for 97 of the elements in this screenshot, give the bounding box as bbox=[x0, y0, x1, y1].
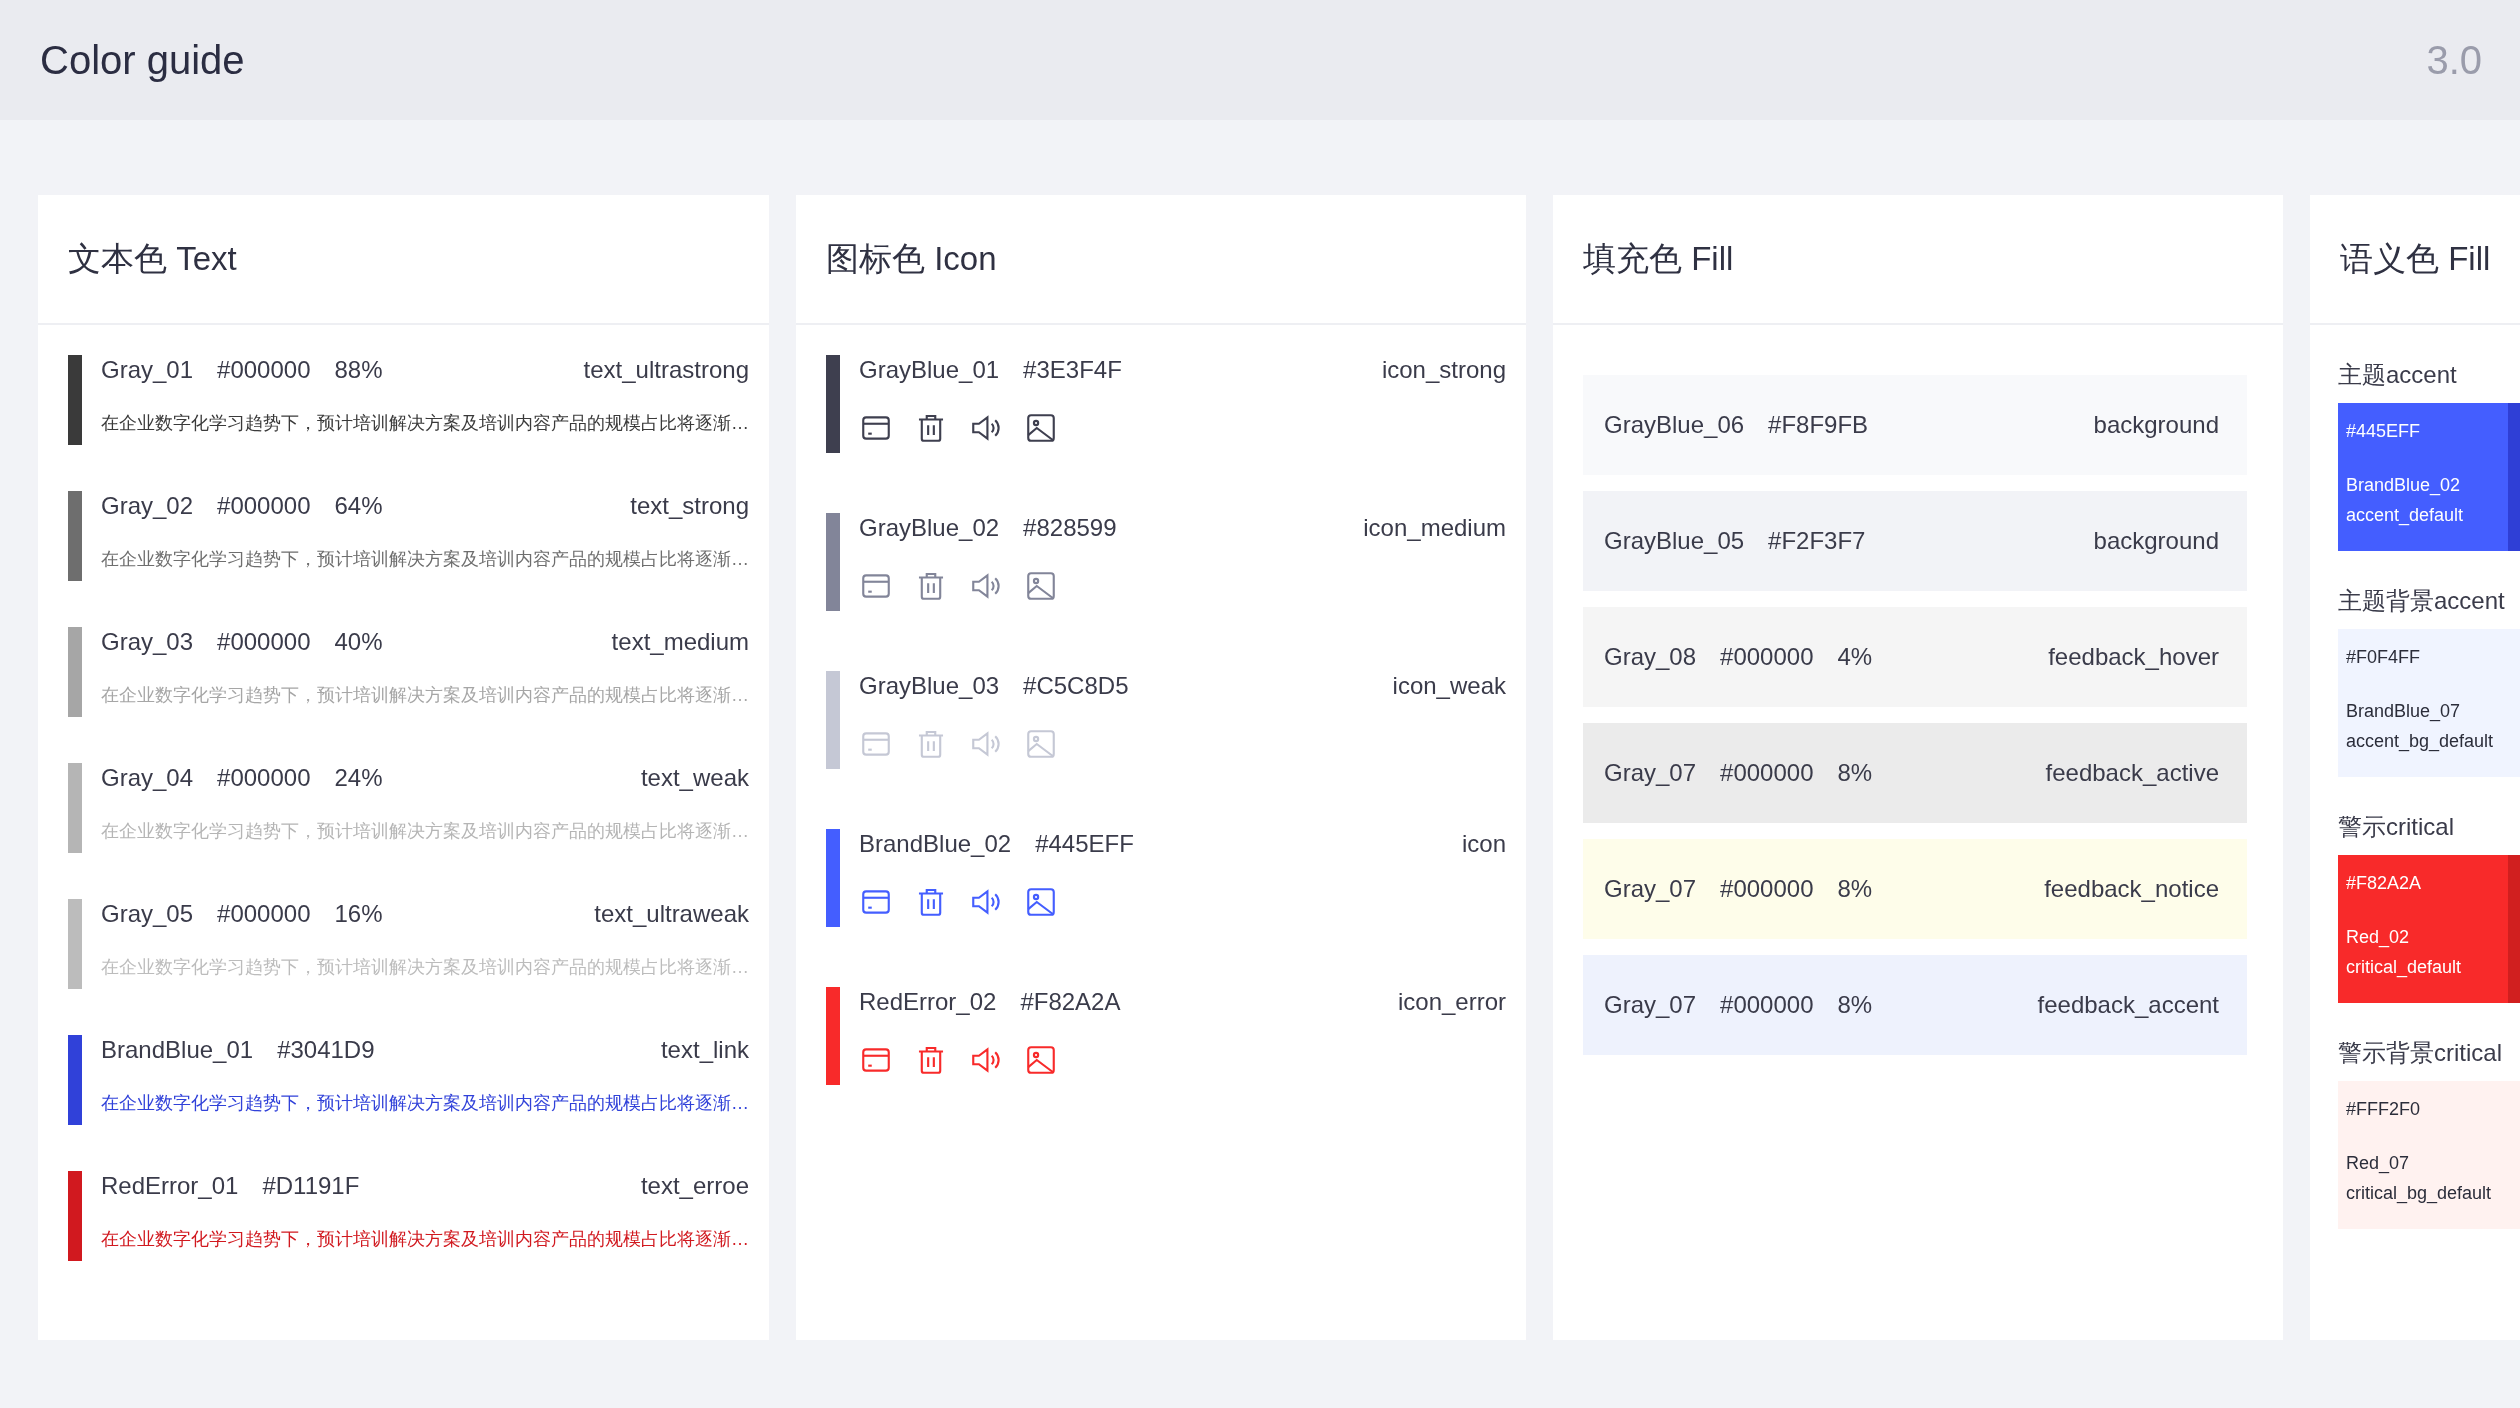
page-title: Color guide bbox=[40, 37, 245, 83]
hex-value: #445EFF bbox=[1035, 829, 1134, 859]
opacity-value: 64% bbox=[334, 491, 383, 521]
token-name: text_ultraweak bbox=[594, 899, 749, 929]
color-name: GrayBlue_05 bbox=[1604, 527, 1745, 555]
hex-value: #000000 bbox=[217, 491, 311, 521]
sample-text: 在企业数字化学习趋势下，预计培训解决方案及培训内容产品的规模占比将逐渐… bbox=[101, 548, 749, 571]
color-name: RedError_01 bbox=[101, 1171, 239, 1201]
token-name: accent_bg_default bbox=[2346, 730, 2495, 754]
card-title: 图标色 Icon bbox=[796, 195, 1526, 325]
image-icon bbox=[1024, 727, 1058, 761]
token-name: background bbox=[2093, 411, 2219, 439]
color-name: GrayBlue_06 bbox=[1604, 411, 1745, 439]
sample-text: 在企业数字化学习趋势下，预计培训解决方案及培训内容产品的规模占比将逐渐… bbox=[101, 820, 749, 843]
hex-value: #C5C8D5 bbox=[1023, 671, 1129, 701]
token-name: critical_bg_default bbox=[2346, 1182, 2493, 1206]
token-name: icon_weak bbox=[1392, 671, 1506, 701]
opacity-value: 40% bbox=[334, 627, 383, 657]
image-icon bbox=[1024, 1043, 1058, 1077]
color-name: Red_07 bbox=[2346, 1152, 2411, 1176]
sample-text: 在企业数字化学习趋势下，预计培训解决方案及培训内容产品的规模占比将逐渐… bbox=[101, 684, 749, 707]
hex-value: #3041D9 bbox=[277, 1035, 375, 1065]
hex-value: #000000 bbox=[1720, 991, 1814, 1019]
color-name: RedError_02 bbox=[859, 987, 997, 1017]
hex-value: #F0F4FF bbox=[2346, 647, 2421, 668]
token-name: background bbox=[2093, 527, 2219, 555]
color-name: Gray_07 bbox=[1604, 759, 1697, 787]
hex-value: #000000 bbox=[1720, 643, 1814, 671]
sample-text: 在企业数字化学习趋势下，预计培训解决方案及培训内容产品的规模占比将逐渐… bbox=[101, 412, 749, 435]
hex-value: #F2F3F7 bbox=[1768, 527, 1866, 555]
color-name: Gray_07 bbox=[1604, 875, 1697, 903]
token-name: text_medium bbox=[611, 627, 749, 657]
token-name: critical_default bbox=[2346, 956, 2463, 980]
token-name: text_ultrastrong bbox=[583, 355, 749, 385]
hex-value: #000000 bbox=[1720, 759, 1814, 787]
hex-value: #000000 bbox=[217, 355, 311, 385]
token-name: icon bbox=[1461, 829, 1506, 859]
token-name: icon_strong bbox=[1381, 355, 1506, 385]
version-label: 3.0 bbox=[2426, 37, 2482, 83]
token-name: accent_default bbox=[2346, 504, 2465, 528]
token-name: feedback_accent bbox=[2037, 991, 2219, 1019]
image-icon bbox=[1024, 411, 1058, 445]
hex-value: #000000 bbox=[1720, 875, 1814, 903]
image-icon bbox=[1024, 569, 1058, 603]
token-name: text_weak bbox=[640, 763, 749, 793]
hex-value: #FFF2F0 bbox=[2346, 1099, 2421, 1120]
color-name: Gray_05 bbox=[101, 899, 194, 929]
hex-value: #000000 bbox=[217, 899, 311, 929]
card-title: 填充色 Fill bbox=[1553, 195, 2283, 325]
group-label: 警示critical bbox=[2338, 812, 2455, 842]
group-label: 警示背景critical bbox=[2338, 1038, 2503, 1068]
hex-value: #3E3F4F bbox=[1023, 355, 1122, 385]
token-name: feedback_notice bbox=[2044, 875, 2219, 903]
color-name: BrandBlue_01 bbox=[101, 1035, 254, 1065]
opacity-value: 8% bbox=[1837, 875, 1873, 903]
color-name: Gray_02 bbox=[101, 491, 194, 521]
hex-value: #F82A2A bbox=[1020, 987, 1121, 1017]
hex-value: #D1191F bbox=[262, 1171, 360, 1201]
color-name: BrandBlue_02 bbox=[859, 829, 1012, 859]
token-name: text_link bbox=[660, 1035, 749, 1065]
color-name: Gray_07 bbox=[1604, 991, 1697, 1019]
card-title: 文本色 Text bbox=[38, 195, 769, 325]
opacity-value: 8% bbox=[1837, 991, 1873, 1019]
color-name: Gray_01 bbox=[101, 355, 194, 385]
image-icon bbox=[1024, 885, 1058, 919]
token-name: icon_medium bbox=[1363, 513, 1506, 543]
sample-text: 在企业数字化学习趋势下，预计培训解决方案及培训内容产品的规模占比将逐渐… bbox=[101, 1092, 749, 1115]
color-name: Red_02 bbox=[2346, 926, 2411, 950]
group-label: 主题背景accent bbox=[2338, 586, 2506, 616]
hex-value: #F82A2A bbox=[2346, 873, 2423, 894]
token-name: feedback_hover bbox=[2048, 643, 2219, 671]
group-label: 主题accent bbox=[2338, 360, 2458, 390]
color-name: Gray_04 bbox=[101, 763, 194, 793]
opacity-value: 4% bbox=[1837, 643, 1873, 671]
hex-value: #828599 bbox=[1023, 513, 1117, 543]
opacity-value: 16% bbox=[334, 899, 383, 929]
color-name: Gray_03 bbox=[101, 627, 194, 657]
token-name: text_erroe bbox=[640, 1171, 749, 1201]
color-name: BrandBlue_07 bbox=[2346, 700, 2462, 724]
hex-value: #000000 bbox=[217, 763, 311, 793]
sample-text: 在企业数字化学习趋势下，预计培训解决方案及培训内容产品的规模占比将逐渐… bbox=[101, 956, 749, 979]
hex-value: #000000 bbox=[217, 627, 311, 657]
opacity-value: 88% bbox=[334, 355, 383, 385]
token-name: feedback_active bbox=[2045, 759, 2219, 787]
opacity-value: 8% bbox=[1837, 759, 1873, 787]
color-name: GrayBlue_03 bbox=[859, 671, 1000, 701]
card-title: 语义色 Fill bbox=[2310, 195, 2520, 325]
token-name: text_strong bbox=[630, 491, 749, 521]
sample-text: 在企业数字化学习趋势下，预计培训解决方案及培训内容产品的规模占比将逐渐… bbox=[101, 1228, 749, 1251]
token-name: icon_error bbox=[1397, 987, 1506, 1017]
opacity-value: 24% bbox=[334, 763, 383, 793]
color-name: BrandBlue_02 bbox=[2346, 474, 2462, 498]
color-name: GrayBlue_02 bbox=[859, 513, 1000, 543]
color-name: Gray_08 bbox=[1604, 643, 1697, 671]
color-name: GrayBlue_01 bbox=[859, 355, 1000, 385]
hex-value: #F8F9FB bbox=[1768, 411, 1869, 439]
hex-value: #445EFF bbox=[2346, 421, 2422, 442]
